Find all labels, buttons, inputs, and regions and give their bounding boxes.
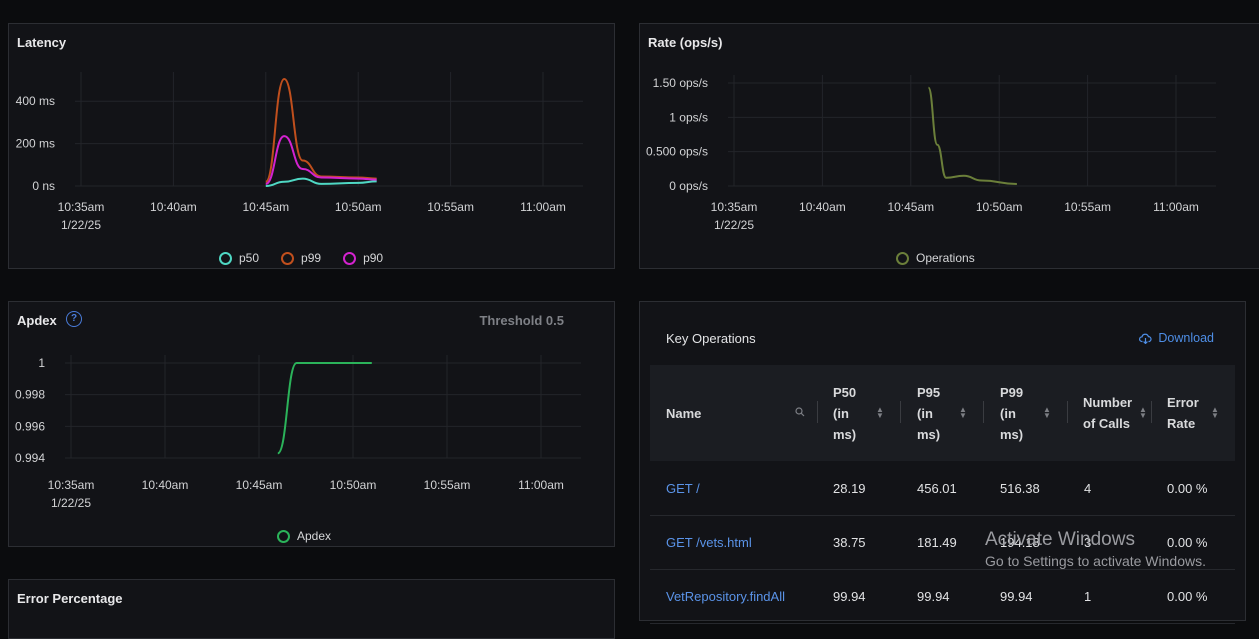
x-tick-label: 10:50am: [330, 478, 377, 492]
p50-swatch-icon: [219, 251, 232, 265]
calls-cell: 1: [1084, 588, 1092, 604]
p90-swatch-icon: [343, 251, 357, 265]
search-icon[interactable]: [795, 407, 805, 417]
cloud-download-icon: [1139, 333, 1152, 344]
legend-item-p99[interactable]: p99: [281, 251, 321, 265]
apdex-chart[interactable]: 10:35am 10:40am 10:45am 10:50am 10:55am 11:00…: [9, 302, 616, 548]
legend-label: p90: [363, 251, 384, 265]
p50-cell: 38.75: [833, 534, 866, 550]
y-tick-label: 200 ms: [16, 137, 55, 151]
rate-chart[interactable]: 10:35am 10:40am 10:45am 10:50am 10:55am 11:00…: [640, 24, 1259, 270]
x-tick-label: 10:50am: [335, 200, 382, 214]
p50-cell: 28.19: [833, 480, 866, 496]
apdex-legend: Apdex: [277, 529, 353, 543]
error-percentage-panel: Error Percentage: [8, 579, 615, 639]
x-tick-label: 11:00am: [1153, 200, 1199, 214]
legend-item-p90[interactable]: p90: [343, 251, 383, 265]
column-header-p99[interactable]: P99 (in ms): [1000, 365, 1023, 461]
y-tick-label: 0.996: [15, 419, 45, 433]
sort-icon[interactable]: ▲ ▼: [1211, 406, 1219, 420]
y-tick-label: 1 ops/s: [669, 110, 708, 124]
x-date-label: 1/22/25: [714, 218, 754, 232]
p99-cell: 99.94: [1000, 588, 1033, 604]
activation-watermark: Activate Windows Go to Settings to activ…: [985, 529, 1206, 569]
x-tick-label: 10:45am: [887, 200, 934, 214]
rate-panel: Rate (ops/s) 10:35am 10:40am 10:45am 10:50a…: [639, 23, 1259, 269]
x-tick-label: 10:40am: [799, 200, 846, 214]
operations-swatch-icon: [896, 251, 909, 265]
legend-label: p99: [301, 251, 322, 265]
y-tick-label: 0.500 ops/s: [646, 145, 708, 159]
latency-chart[interactable]: 10:35am 10:40am 10:45am 10:50am 10:55am 11:00…: [9, 24, 616, 270]
x-date-label: 1/22/25: [61, 218, 101, 232]
y-tick-label: 1: [38, 356, 45, 370]
x-tick-label: 10:55am: [1064, 200, 1111, 214]
key-operations-panel: Key Operations Download Name P50 (in ms) ▲…: [639, 301, 1246, 624]
series-line-apdex: [276, 362, 372, 455]
x-tick-label: 10:35am: [48, 478, 95, 492]
x-tick-label: 10:50am: [976, 200, 1023, 214]
y-tick-label: 400 ms: [16, 94, 55, 108]
p99-swatch-icon: [281, 251, 295, 265]
column-header-error-rate[interactable]: Error Rate: [1167, 365, 1199, 461]
apdex-panel: Apdex ? Threshold 0.5 10:35am 10:40am 10:4…: [8, 301, 615, 547]
download-button[interactable]: Download: [1139, 331, 1214, 345]
operation-name-link[interactable]: VetRepository.findAll: [666, 569, 785, 623]
sort-icon[interactable]: ▲ ▼: [1139, 406, 1147, 420]
sort-icon[interactable]: ▲ ▼: [1043, 406, 1051, 420]
column-header-p50[interactable]: P50 (in ms): [833, 365, 856, 461]
latency-legend: p50 p99 p90: [219, 251, 405, 265]
legend-item-apdex[interactable]: Apdex: [277, 529, 331, 543]
sort-icon[interactable]: ▲ ▼: [959, 406, 967, 420]
legend-item-operations[interactable]: Operations: [896, 251, 975, 265]
column-header-name[interactable]: Name: [666, 365, 701, 461]
legend-label: Apdex: [297, 529, 332, 543]
error-rate-cell: 0.00 %: [1167, 588, 1208, 604]
series-line-p50: [265, 177, 377, 187]
x-date-label: 1/22/25: [51, 496, 91, 510]
table-row[interactable]: VetRepository.findAll 99.94 99.94 99.94 …: [650, 569, 1235, 624]
x-tick-label: 10:40am: [142, 478, 189, 492]
x-tick-label: 11:00am: [518, 478, 564, 492]
legend-label: p50: [239, 251, 260, 265]
x-tick-label: 10:45am: [236, 478, 283, 492]
y-tick-label: 0.998: [15, 388, 45, 402]
latency-panel: Latency 10:35am 10:40am 10:45am 10:50am 10:5…: [8, 23, 615, 269]
p50-cell: 99.94: [833, 588, 866, 604]
operation-name-link[interactable]: GET /vets.html: [666, 515, 752, 569]
apdex-swatch-icon: [277, 529, 290, 543]
column-header-calls[interactable]: Number of Calls: [1083, 365, 1132, 461]
y-tick-label: 0.994: [15, 451, 45, 465]
error-rate-cell: 0.00 %: [1167, 480, 1208, 496]
p95-cell: 456.01: [917, 480, 957, 496]
x-tick-label: 10:55am: [427, 200, 474, 214]
p99-cell: 516.38: [1000, 480, 1040, 496]
x-tick-label: 10:55am: [424, 478, 471, 492]
y-tick-label: 1.50 ops/s: [653, 76, 708, 90]
legend-item-p50[interactable]: p50: [219, 251, 259, 265]
p95-cell: 99.94: [917, 588, 950, 604]
table-header: Name P50 (in ms) ▲ ▼ P95 (in ms) ▲ ▼ P99 (in ms)…: [650, 365, 1235, 461]
watermark-line2: Go to Settings to activate Windows.: [985, 553, 1206, 569]
series-line-operations: [927, 86, 1017, 185]
operation-name-link[interactable]: GET /: [666, 461, 700, 515]
legend-label: Operations: [916, 251, 975, 265]
watermark-line1: Activate Windows: [985, 529, 1135, 550]
x-tick-label: 10:35am: [711, 200, 758, 214]
x-tick-label: 10:40am: [150, 200, 197, 214]
rate-legend: Operations: [896, 251, 997, 265]
table-row[interactable]: GET / 28.19 456.01 516.38 4 0.00 %: [650, 461, 1235, 516]
x-tick-label: 10:45am: [242, 200, 289, 214]
x-tick-label: 11:00am: [520, 200, 566, 214]
calls-cell: 4: [1084, 480, 1092, 496]
sort-icon[interactable]: ▲ ▼: [876, 406, 884, 420]
series-line-p99: [264, 77, 377, 183]
p95-cell: 181.49: [917, 534, 957, 550]
x-tick-label: 10:35am: [58, 200, 105, 214]
download-label: Download: [1158, 331, 1214, 345]
key-operations-title: Key Operations: [666, 331, 756, 346]
column-header-p95[interactable]: P95 (in ms): [917, 365, 940, 461]
y-tick-label: 0 ns: [32, 179, 55, 193]
y-tick-label: 0 ops/s: [669, 179, 708, 193]
